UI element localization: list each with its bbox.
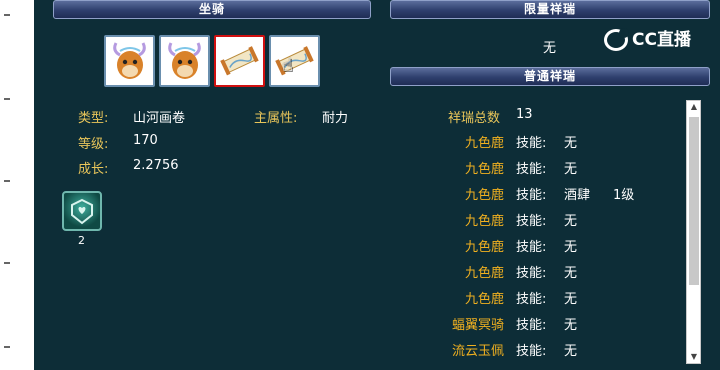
limited-auspicious-value: 无 (543, 41, 557, 56)
normal-auspicious-header: 普通祥瑞 (390, 67, 710, 86)
scroll-mount-icon (220, 46, 259, 76)
auspicious-row-name: 九色鹿 (464, 136, 504, 151)
auspicious-row-name: 九色鹿 (464, 188, 504, 203)
auspicious-row-name: 九色鹿 (464, 292, 504, 307)
mount-slot-1[interactable] (104, 35, 155, 87)
skill-emblem-icon[interactable] (62, 191, 102, 231)
auspicious-row-name: 蝠翼冥骑 (451, 318, 504, 333)
auspicious-row-name: 流云玉佩 (451, 344, 504, 359)
list-scrollbar[interactable]: ▲ ▼ (686, 100, 701, 364)
mount-slot-3[interactable] (214, 35, 265, 87)
sidebar-marker (4, 98, 10, 100)
scrollbar-thumb[interactable] (689, 117, 699, 285)
auspicious-row-skill-value: 无 (564, 318, 578, 333)
auspicious-row-skill-label: 技能: (516, 136, 547, 151)
mount-header: 坐骑 (53, 0, 371, 19)
hand-cursor-icon: ☝ (282, 55, 293, 76)
auspicious-row-skill-value: 无 (564, 136, 578, 151)
auspicious-row-skill-label: 技能: (516, 344, 547, 359)
type-value: 山河画卷 (133, 111, 186, 126)
auspicious-row-skill-level: 1级 (613, 188, 635, 203)
growth-value: 2.2756 (133, 158, 179, 173)
auspicious-row-skill-value: 无 (564, 344, 578, 359)
growth-label: 成长: (78, 162, 109, 177)
auspicious-row-skill-label: 技能: (516, 188, 547, 203)
auspicious-row-name: 九色鹿 (464, 214, 504, 229)
auspicious-row-skill-label: 技能: (516, 162, 547, 177)
auspicious-row-name: 九色鹿 (464, 266, 504, 281)
auspicious-row-skill-label: 技能: (516, 266, 547, 281)
auspicious-row-skill-label: 技能: (516, 318, 547, 333)
auspicious-row-skill-value: 酒肆 (564, 188, 591, 203)
deer-mount-icon (113, 42, 146, 79)
auspicious-row-skill-value: 无 (564, 162, 578, 177)
sidebar-marker (4, 262, 10, 264)
auspicious-row-skill-value: 无 (564, 214, 578, 229)
scroll-mount-icon (275, 46, 314, 76)
sidebar-marker (4, 180, 10, 182)
deer-mount-icon (168, 42, 201, 79)
skill-icon-count: 2 (78, 234, 85, 247)
sidebar-marker (4, 14, 10, 16)
level-label: 等级: (78, 137, 109, 152)
auspicious-total-value: 13 (516, 107, 533, 122)
auspicious-row-skill-value: 无 (564, 266, 578, 281)
mount-slot-2[interactable] (159, 35, 210, 87)
type-label: 类型: (78, 111, 109, 126)
brand-watermark: CC直播 (604, 26, 714, 54)
scroll-up-arrow-icon[interactable]: ▲ (689, 102, 699, 112)
auspicious-row-skill-label: 技能: (516, 292, 547, 307)
auspicious-row-skill-label: 技能: (516, 240, 547, 255)
brand-logo-icon (604, 28, 629, 51)
level-value: 170 (133, 133, 158, 148)
limited-auspicious-header: 限量祥瑞 (390, 0, 710, 19)
auspicious-row-skill-value: 无 (564, 240, 578, 255)
sidebar-marker (4, 346, 10, 348)
auspicious-row-skill-value: 无 (564, 292, 578, 307)
mount-slot-4[interactable] (269, 35, 320, 87)
auspicious-row-name: 九色鹿 (464, 162, 504, 177)
auspicious-row-skill-label: 技能: (516, 214, 547, 229)
auspicious-total-label: 祥瑞总数 (448, 111, 501, 126)
auspicious-row-name: 九色鹿 (464, 240, 504, 255)
scroll-down-arrow-icon[interactable]: ▼ (689, 352, 699, 362)
left-sidebar-strip (0, 0, 34, 370)
main-attr-label: 主属性: (254, 111, 298, 126)
main-attr-value: 耐力 (322, 111, 349, 126)
